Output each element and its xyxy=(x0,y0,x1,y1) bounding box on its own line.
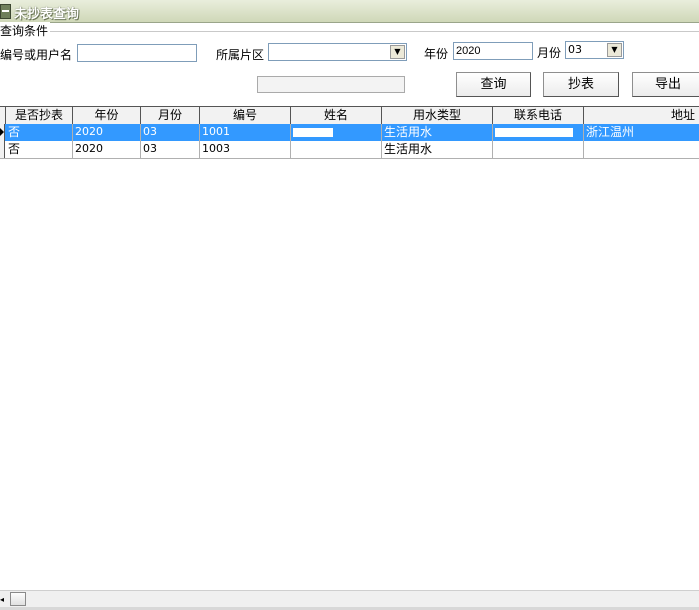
cell-water-type[interactable]: 生活用水 xyxy=(382,124,493,141)
cell-read[interactable]: 否 xyxy=(6,141,73,158)
month-select[interactable]: 03 ▼ xyxy=(565,41,624,59)
chevron-down-icon[interactable]: ▼ xyxy=(390,45,405,59)
row-indicator xyxy=(0,141,5,158)
cell-month[interactable]: 03 xyxy=(141,124,200,141)
column-header-name[interactable]: 姓名 xyxy=(291,107,382,124)
cell-id[interactable]: 1001 xyxy=(200,124,291,141)
cell-address[interactable] xyxy=(584,141,699,158)
cell-name[interactable] xyxy=(291,141,382,158)
column-header-read[interactable]: 是否抄表 xyxy=(6,107,73,124)
window-menu-icon[interactable] xyxy=(0,4,11,19)
column-header-month[interactable]: 月份 xyxy=(141,107,200,124)
column-header-id[interactable]: 编号 xyxy=(200,107,291,124)
table-header: 是否抄表 年份 月份 编号 姓名 用水类型 联系电话 地址 xyxy=(0,107,699,125)
horizontal-scrollbar[interactable]: ◂ xyxy=(0,590,699,608)
column-header-phone[interactable]: 联系电话 xyxy=(493,107,584,124)
cell-phone[interactable] xyxy=(493,124,584,141)
table-row[interactable]: 否 2020 03 1003 生活用水 xyxy=(0,141,699,159)
cell-year[interactable]: 2020 xyxy=(73,124,141,141)
cell-water-type[interactable]: 生活用水 xyxy=(382,141,493,158)
scrollbar-thumb[interactable] xyxy=(10,592,26,606)
area-select[interactable]: ▼ xyxy=(268,43,407,61)
scroll-left-icon[interactable]: ◂ xyxy=(0,594,8,606)
year-label: 年份 xyxy=(424,47,449,61)
read-meter-button[interactable]: 抄表 xyxy=(543,72,619,97)
month-select-value: 03 xyxy=(568,43,582,56)
cell-address[interactable]: 浙江温州 xyxy=(584,124,699,141)
current-row-arrow-icon xyxy=(0,128,4,136)
column-header-year[interactable]: 年份 xyxy=(73,107,141,124)
table-row[interactable]: 否 2020 03 1001 生活用水 浙江温州 xyxy=(0,124,699,141)
row-indicator xyxy=(0,124,5,141)
year-input[interactable] xyxy=(453,42,533,60)
redacted-name xyxy=(293,127,333,137)
cell-id[interactable]: 1003 xyxy=(200,141,291,158)
cell-phone[interactable] xyxy=(493,141,584,158)
query-group-title: 查询条件 xyxy=(0,22,51,39)
export-button[interactable]: 导出 xyxy=(632,72,699,97)
query-button[interactable]: 查询 xyxy=(456,72,531,97)
column-header-water-type[interactable]: 用水类型 xyxy=(382,107,493,124)
cell-read[interactable]: 否 xyxy=(6,124,73,141)
progress-bar xyxy=(257,76,405,93)
id-or-name-label: 编号或用户名 xyxy=(0,48,73,62)
window-title: 未抄表查询 xyxy=(14,7,80,22)
month-label: 月份 xyxy=(537,46,562,60)
column-header-address[interactable]: 地址 xyxy=(584,107,699,124)
cell-month[interactable]: 03 xyxy=(141,141,200,158)
area-label: 所属片区 xyxy=(216,48,265,62)
window-titlebar: 未抄表查询 xyxy=(0,0,699,23)
group-divider xyxy=(0,31,699,32)
id-or-name-input[interactable] xyxy=(77,44,197,62)
cell-year[interactable]: 2020 xyxy=(73,141,141,158)
chevron-down-icon[interactable]: ▼ xyxy=(607,43,622,57)
redacted-phone xyxy=(495,127,573,137)
cell-name[interactable] xyxy=(291,124,382,141)
